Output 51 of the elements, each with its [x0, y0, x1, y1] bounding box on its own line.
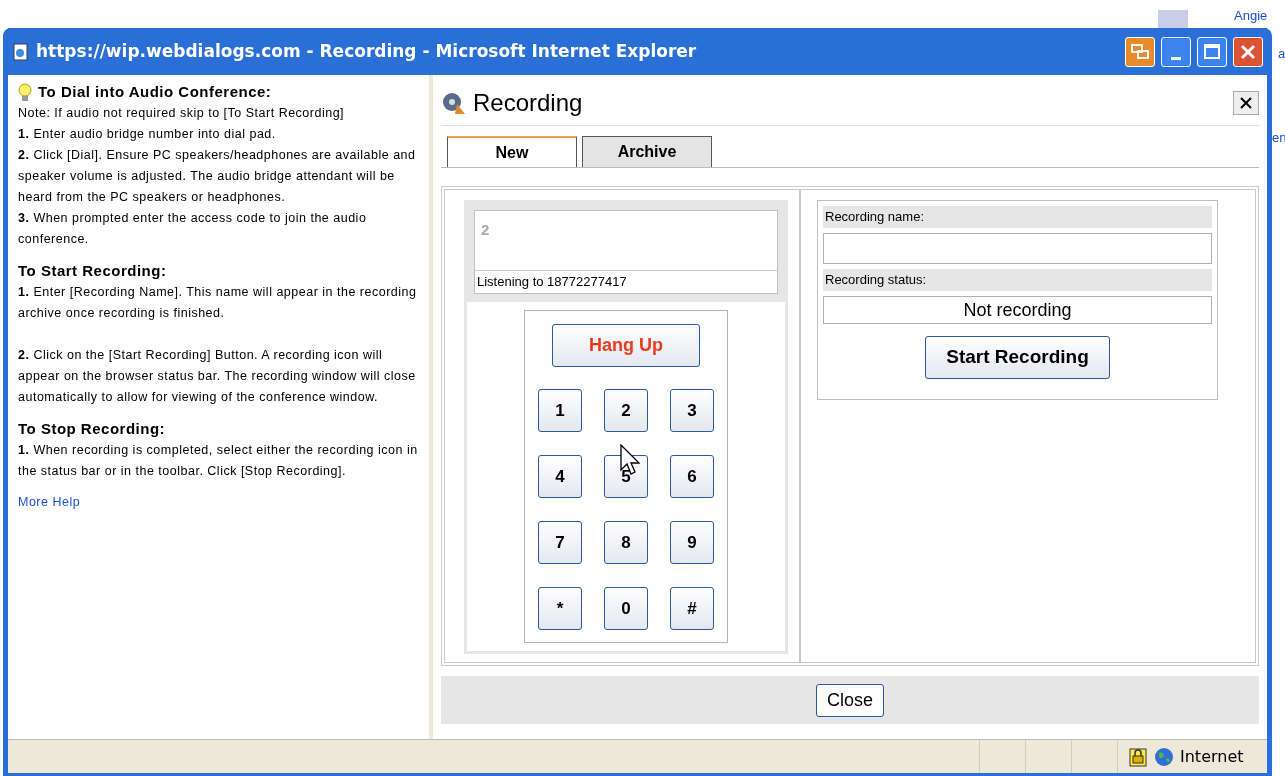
close-window-button[interactable]: [1233, 36, 1263, 67]
maximize-button[interactable]: [1197, 36, 1227, 67]
dial-key[interactable]: 9: [670, 521, 714, 564]
globe-icon: [1154, 746, 1174, 767]
window-title: https://wip.webdialogs.com - Recording - Microsoft Internet Explorer: [36, 39, 698, 63]
page-icon: [12, 42, 30, 61]
close-icon[interactable]: [1233, 91, 1259, 115]
more-help-link[interactable]: More Help: [18, 495, 81, 509]
help-paragraph: Note: If audio not required skip to [To Start Recording]: [18, 105, 346, 122]
section-heading: To Stop Recording:: [18, 419, 166, 439]
dial-key[interactable]: *: [538, 587, 582, 630]
section-heading: To Start Recording:: [18, 261, 167, 281]
section-heading: To Dial into Audio Conference:: [38, 82, 272, 102]
dial-key[interactable]: 6: [670, 455, 714, 498]
close-button[interactable]: Close: [816, 683, 884, 717]
background-link[interactable]: en: [1272, 128, 1285, 148]
dial-key[interactable]: 0: [604, 587, 648, 630]
recording-status-value: Not recording: [823, 296, 1212, 324]
dial-key[interactable]: #: [670, 587, 714, 630]
windows-icon: [1131, 43, 1149, 60]
help-paragraph: 1. When recording is completed, select either the recording icon in the status bar or in the toolbar. Click [Stop Recording].: [18, 442, 419, 480]
recording-name-field[interactable]: [823, 233, 1212, 264]
dial-key[interactable]: 3: [670, 389, 714, 432]
help-paragraph: 2. Click [Dial]. Ensure PC speakers/headphones are available and speaker volume is adjusted. The audio bridge attendant will be heard from the PC speakers or headphones.: [18, 147, 417, 206]
window-feature-button[interactable]: [1125, 36, 1155, 67]
dial-key[interactable]: 7: [538, 521, 582, 564]
dial-key[interactable]: 4: [538, 455, 582, 498]
film-reel-icon: [441, 90, 467, 116]
lock-icon: [1128, 746, 1148, 767]
tab[interactable]: Archive: [582, 136, 712, 167]
background-link[interactable]: a: [1278, 44, 1285, 64]
help-paragraph: 3. When prompted enter the access code to join the audio conference.: [18, 210, 368, 248]
tab[interactable]: New: [447, 136, 577, 167]
panel-title: Recording: [473, 88, 583, 118]
start-recording-button[interactable]: Start Recording: [925, 336, 1110, 379]
dial-key[interactable]: 2: [604, 389, 648, 432]
dial-key[interactable]: 8: [604, 521, 648, 564]
background-link[interactable]: Angie: [1234, 8, 1268, 24]
dial-key[interactable]: 1: [538, 389, 582, 432]
help-paragraph: 1. Enter [Recording Name]. This name will appear in the recording archive once recording is finished.: [18, 284, 418, 322]
help-paragraph: 2. Click on the [Start Recording] Button. A recording icon will appear on the browser status bar. The recording window will close automatically to allow for viewing of the conference window.: [18, 347, 417, 406]
lightbulb-icon: [18, 83, 32, 103]
help-paragraph: 1. Enter audio bridge number into dial pad.: [18, 126, 277, 143]
close-icon: [1240, 43, 1256, 60]
field-label: Recording status:: [823, 269, 1212, 291]
field-label: Recording name:: [823, 206, 1212, 228]
minimize-button[interactable]: [1161, 36, 1191, 67]
hang-up-button[interactable]: Hang Up: [552, 324, 700, 367]
dialed-digits: 2: [480, 220, 491, 240]
call-status: Listening to 18772277417: [475, 270, 777, 293]
security-zone: Internet: [1180, 745, 1244, 768]
